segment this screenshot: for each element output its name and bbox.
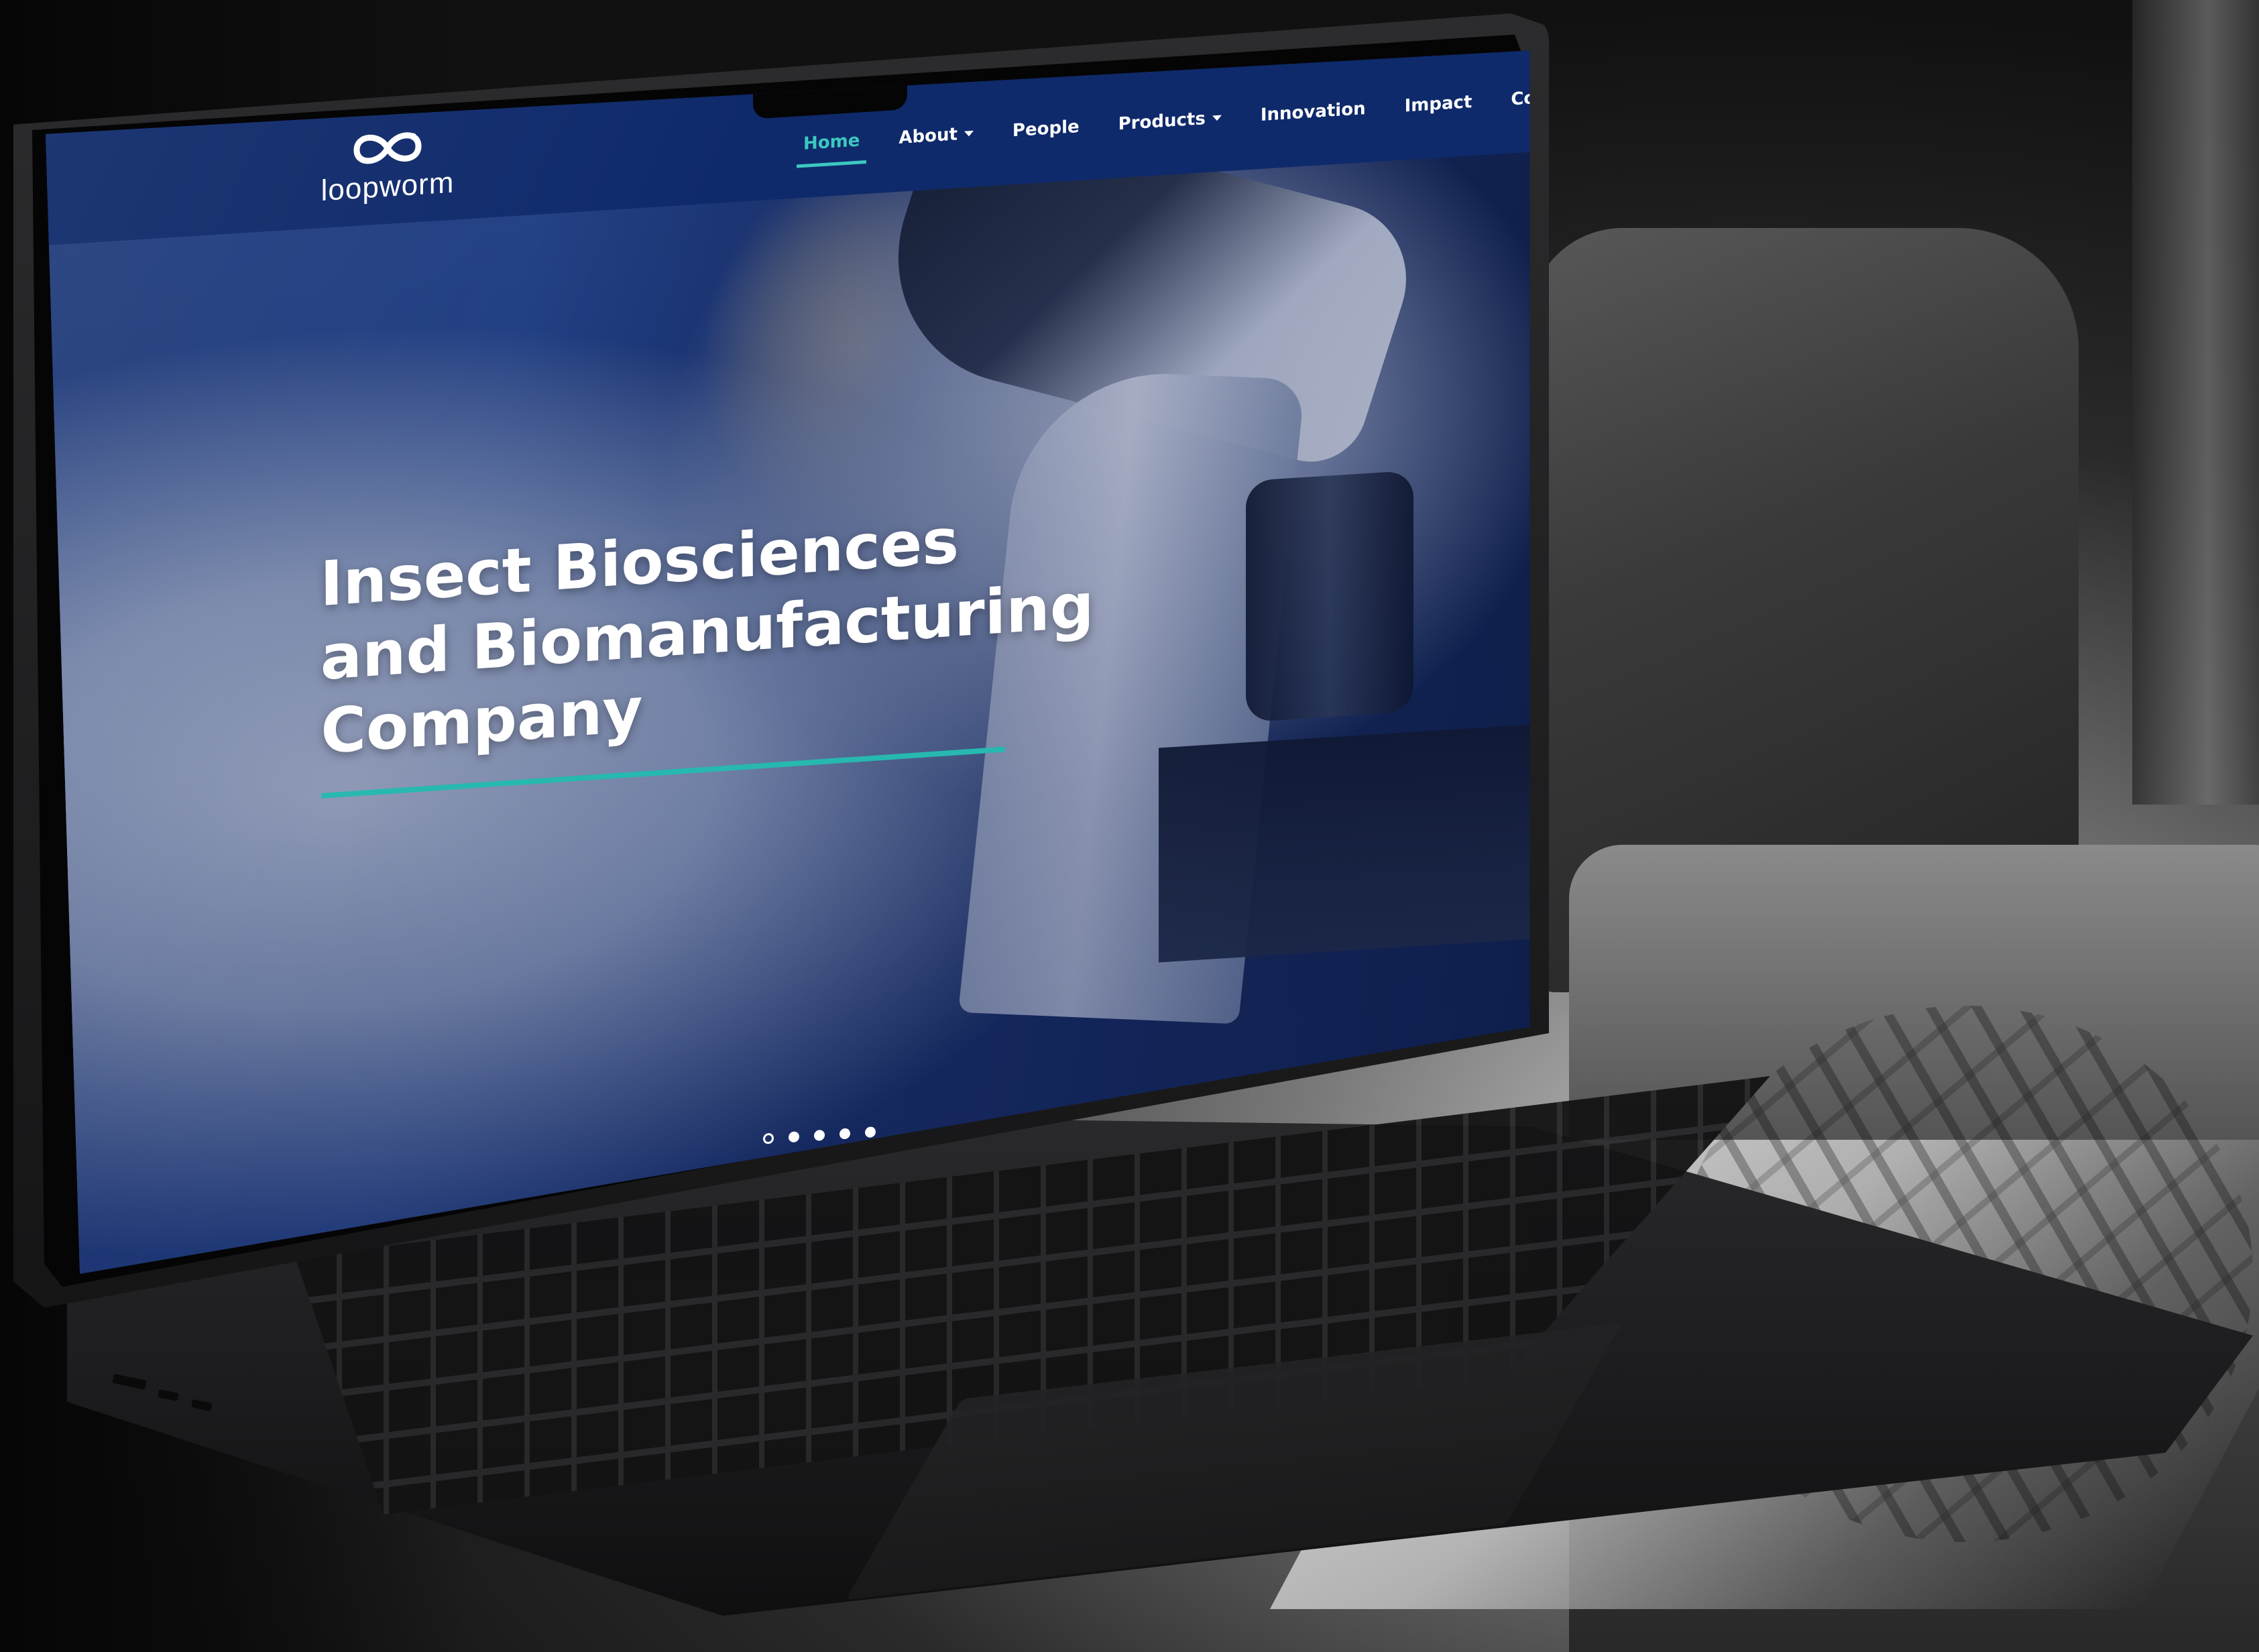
nav-item-label: About <box>899 124 958 148</box>
main-navigation: Home About People Products Innovation Impact C… <box>803 73 1529 164</box>
nav-item-innovation[interactable]: Innovation <box>1261 99 1366 125</box>
nav-item-label: People <box>1012 117 1080 141</box>
website-page: loopworm Home About People Products Innovati… <box>46 50 1530 1274</box>
site-logo[interactable]: loopworm <box>307 119 468 217</box>
infinity-loop-icon <box>353 132 422 164</box>
nav-item-impact[interactable]: Impact <box>1405 92 1472 116</box>
carousel-dot[interactable] <box>839 1128 850 1140</box>
carousel-dot[interactable] <box>763 1132 774 1144</box>
nav-item-label: Products <box>1118 109 1206 135</box>
background-lamp <box>2132 0 2259 805</box>
scene: loopworm Home About People Products Innovati… <box>0 0 2259 1652</box>
carousel-dot[interactable] <box>789 1131 799 1143</box>
nav-item-home[interactable]: Home <box>803 131 860 154</box>
carousel-dot[interactable] <box>814 1129 825 1141</box>
logo-wordmark: loopworm <box>321 166 455 208</box>
sofa-backrest <box>1529 228 2079 992</box>
hero-section: Insect Biosciences and Biomanufacturing … <box>320 497 1094 799</box>
nav-item-label: Impact <box>1404 92 1472 117</box>
carousel-dot[interactable] <box>865 1126 876 1138</box>
nav-item-label: Home <box>803 130 860 154</box>
chevron-down-icon <box>1212 115 1222 121</box>
chevron-down-icon <box>964 130 974 137</box>
nav-item-people[interactable]: People <box>1012 117 1080 141</box>
nav-item-label: Innovation <box>1260 99 1366 126</box>
nav-item-about[interactable]: About <box>899 123 974 148</box>
nav-item-products[interactable]: Products <box>1118 108 1222 135</box>
laptop-screen: loopworm Home About People Products Innovati… <box>46 50 1530 1274</box>
